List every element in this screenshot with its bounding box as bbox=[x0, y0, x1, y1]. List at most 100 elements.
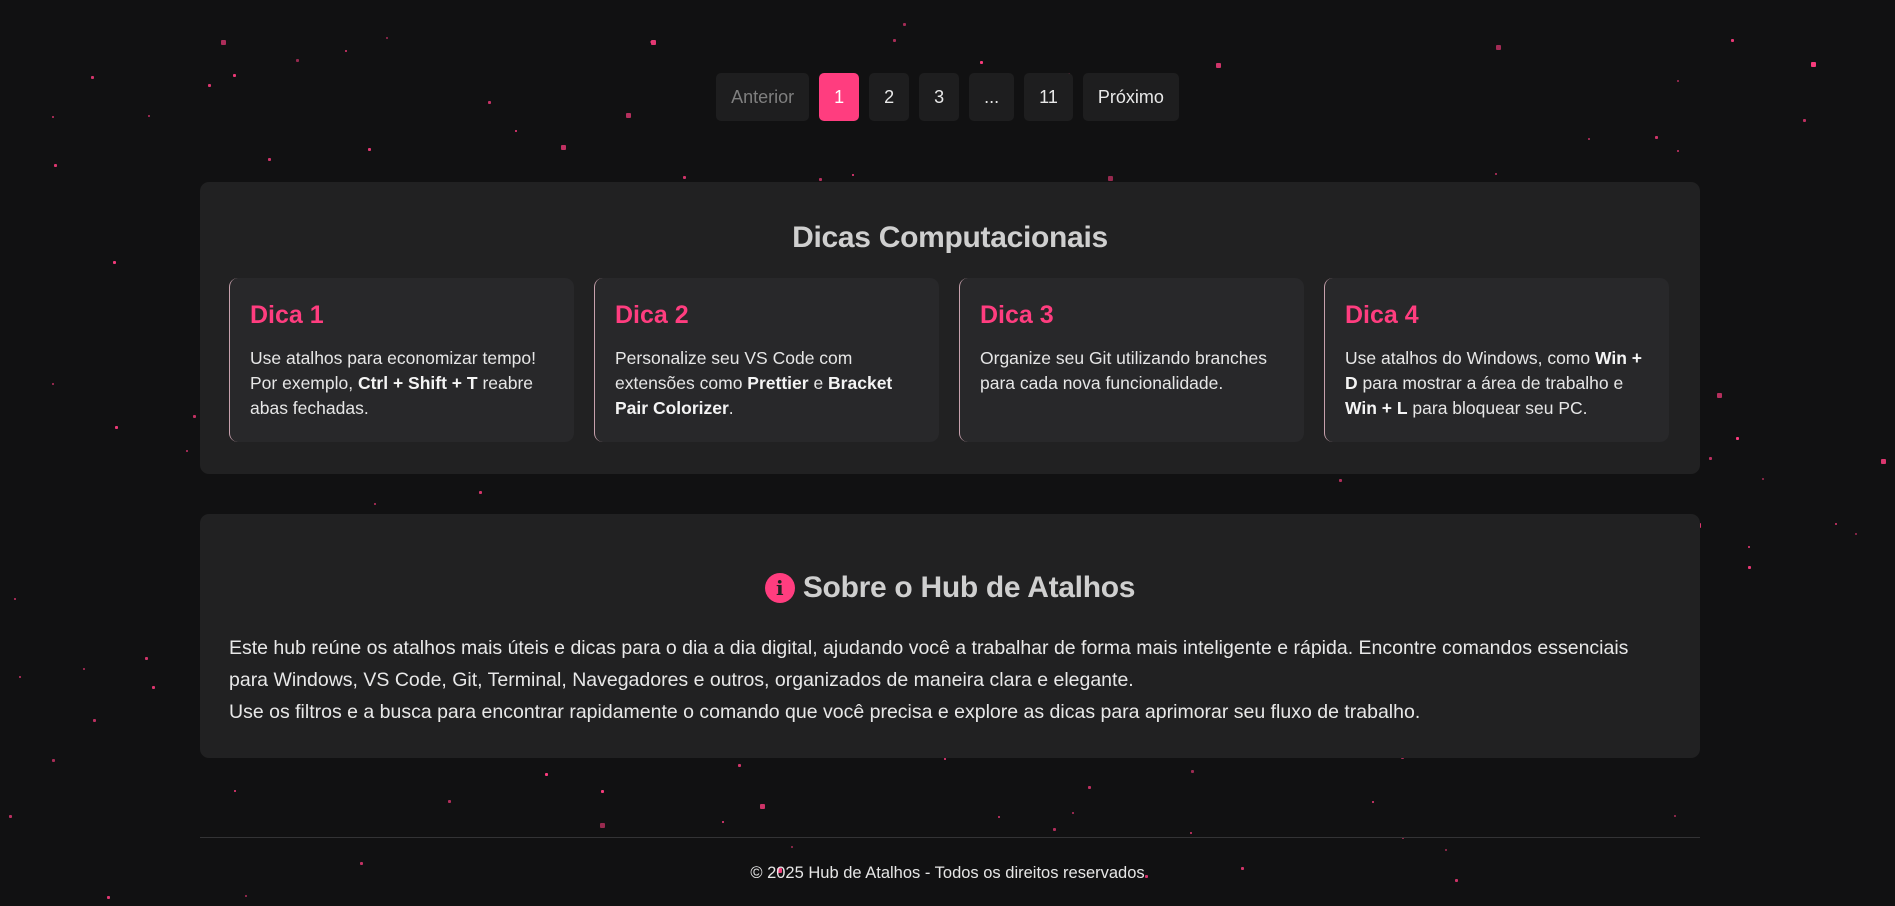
tip-card: Dica 4 Use atalhos do Windows, como Win … bbox=[1324, 278, 1669, 442]
page-ellipsis: ... bbox=[969, 73, 1015, 121]
star-particle bbox=[93, 719, 96, 722]
page-button-3[interactable]: 3 bbox=[919, 73, 960, 121]
tip-title: Dica 1 bbox=[250, 301, 324, 329]
tip-card: Dica 2 Personalize seu VS Code com exten… bbox=[594, 278, 939, 442]
star-particle bbox=[479, 491, 482, 494]
previous-page-button[interactable]: Anterior bbox=[716, 73, 810, 121]
star-particle bbox=[1674, 815, 1676, 817]
tip-card: Dica 1 Use atalhos para economizar tempo… bbox=[229, 278, 574, 442]
star-particle bbox=[1445, 849, 1447, 851]
tip-text: Organize seu Git utilizando branches par… bbox=[980, 346, 1284, 396]
star-particle bbox=[561, 145, 566, 150]
star-particle bbox=[760, 804, 765, 809]
star-particle bbox=[1677, 150, 1679, 152]
star-particle bbox=[545, 773, 548, 776]
star-particle bbox=[14, 598, 16, 600]
tip-text-segment: para mostrar a área de trabalho e bbox=[1357, 373, 1624, 393]
star-particle bbox=[1053, 828, 1056, 831]
star-particle bbox=[268, 158, 271, 161]
star-particle bbox=[113, 261, 116, 264]
star-particle bbox=[19, 676, 21, 678]
star-particle bbox=[234, 790, 236, 792]
about-paragraph-1: Este hub reúne os atalhos mais úteis e d… bbox=[229, 637, 1629, 691]
tip-text-segment: Use atalhos do Windows, como bbox=[1345, 348, 1595, 368]
star-particle bbox=[152, 686, 155, 689]
about-description: Este hub reúne os atalhos mais úteis e d… bbox=[229, 632, 1671, 728]
star-particle bbox=[145, 657, 148, 660]
about-title: Sobre o Hub de Atalhos bbox=[802, 571, 1136, 604]
star-particle bbox=[54, 164, 57, 167]
star-particle bbox=[1811, 62, 1816, 67]
star-particle bbox=[1588, 138, 1590, 140]
star-particle bbox=[1072, 812, 1074, 814]
star-particle bbox=[345, 50, 347, 52]
page-button-1[interactable]: 1 bbox=[819, 73, 860, 121]
star-particle bbox=[893, 39, 896, 42]
tips-section-title: Dicas Computacionais bbox=[792, 221, 1108, 254]
star-particle bbox=[852, 174, 854, 176]
star-particle bbox=[722, 821, 724, 823]
star-particle bbox=[738, 764, 741, 767]
star-particle bbox=[1881, 459, 1886, 464]
next-page-button[interactable]: Próximo bbox=[1082, 73, 1179, 121]
pagination: Anterior 1 2 3 ... 11 Próximo bbox=[0, 73, 1895, 121]
star-particle bbox=[296, 59, 299, 62]
page-button-11[interactable]: 11 bbox=[1024, 73, 1073, 121]
star-particle bbox=[374, 503, 376, 505]
about-section: i Sobre o Hub de Atalhos Este hub reúne … bbox=[200, 514, 1700, 758]
star-particle bbox=[998, 816, 1000, 818]
star-particle bbox=[1717, 393, 1722, 398]
star-particle bbox=[683, 176, 686, 179]
star-particle bbox=[52, 759, 55, 762]
star-particle bbox=[52, 383, 54, 385]
footer-divider bbox=[200, 837, 1700, 838]
info-circle-icon: i bbox=[764, 573, 795, 603]
about-title-row: i Sobre o Hub de Atalhos bbox=[229, 514, 1671, 608]
tip-text-segment: e bbox=[808, 373, 829, 393]
star-particle bbox=[193, 415, 196, 418]
page-button-2[interactable]: 2 bbox=[869, 73, 910, 121]
shortcut-highlight: Ctrl + Shift + T bbox=[357, 373, 478, 393]
star-particle bbox=[368, 148, 371, 151]
tips-grid: Dica 1 Use atalhos para economizar tempo… bbox=[229, 278, 1671, 442]
tip-text-segment: . bbox=[728, 398, 734, 418]
star-particle bbox=[1339, 479, 1342, 482]
star-particle bbox=[1736, 437, 1739, 440]
star-particle bbox=[1372, 801, 1374, 803]
tip-title: Dica 4 bbox=[1345, 301, 1419, 329]
star-particle bbox=[1191, 770, 1194, 773]
tips-section: Dicas Computacionais Dica 1 Use atalhos … bbox=[200, 182, 1700, 474]
about-paragraph-2: Use os filtros e a busca para encontrar … bbox=[229, 701, 1421, 723]
star-particle bbox=[1748, 566, 1751, 569]
star-particle bbox=[601, 790, 604, 793]
star-particle bbox=[1748, 546, 1750, 548]
star-particle bbox=[107, 896, 110, 899]
tip-text: Use atalhos do Windows, como Win + D par… bbox=[1345, 346, 1649, 421]
star-particle bbox=[650, 41, 652, 43]
footer-copyright: © 2025 Hub de Atalhos - Todos os direito… bbox=[750, 864, 1145, 882]
star-particle bbox=[1731, 39, 1734, 42]
star-particle bbox=[1855, 533, 1857, 535]
star-particle bbox=[980, 61, 983, 64]
star-particle bbox=[1709, 457, 1712, 460]
tip-text-segment: Organize seu Git utilizando branches par… bbox=[980, 348, 1267, 393]
star-particle bbox=[186, 450, 188, 452]
star-particle bbox=[903, 23, 906, 26]
star-particle bbox=[791, 846, 793, 848]
star-particle bbox=[1762, 478, 1764, 480]
star-particle bbox=[448, 800, 451, 803]
tip-text-segment: para bloquear seu PC. bbox=[1407, 398, 1588, 418]
star-particle bbox=[1655, 136, 1658, 139]
star-particle bbox=[600, 823, 605, 828]
star-particle bbox=[245, 895, 247, 897]
tip-card: Dica 3 Organize seu Git utilizando branc… bbox=[959, 278, 1304, 442]
star-particle bbox=[115, 426, 118, 429]
star-particle bbox=[83, 668, 85, 670]
star-particle bbox=[1495, 173, 1497, 175]
star-particle bbox=[1190, 832, 1192, 834]
star-particle bbox=[1108, 176, 1113, 181]
star-particle bbox=[944, 758, 946, 760]
star-particle bbox=[1835, 523, 1837, 525]
star-particle bbox=[9, 815, 12, 818]
star-particle bbox=[221, 40, 226, 45]
